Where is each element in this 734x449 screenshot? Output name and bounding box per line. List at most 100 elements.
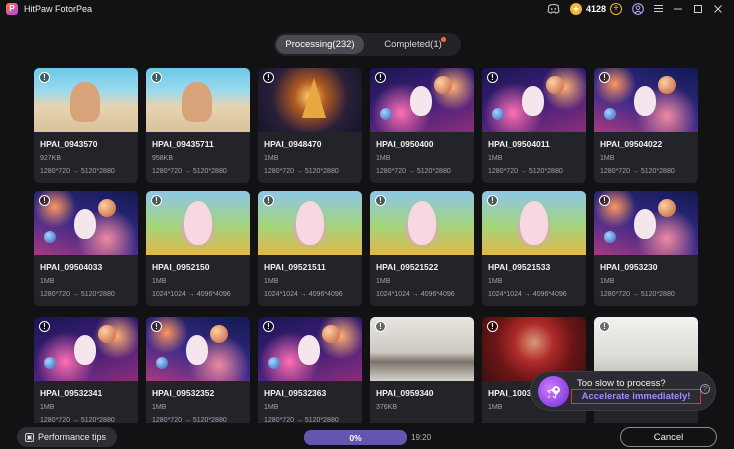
image-card[interactable]: ! HPAI_0953230 1MB 1280*720 → 5120*2880 xyxy=(594,191,698,306)
planet-shape xyxy=(268,357,280,369)
coin-icon xyxy=(569,2,582,15)
person-figure xyxy=(70,82,100,122)
card-resolution: 1280*720 → 5120*2880 xyxy=(376,168,451,175)
card-resolution: 1280*720 → 5120*2880 xyxy=(600,168,675,175)
card-filename: HPAI_09532363 xyxy=(264,388,327,398)
image-thumbnail: ! xyxy=(146,68,250,132)
image-thumbnail: ! xyxy=(370,317,474,381)
credits-count: 4128 xyxy=(585,3,606,14)
tab-completed[interactable]: Completed(1) xyxy=(368,35,458,54)
card-resolution: 1280*720 → 5120*2880 xyxy=(264,417,339,423)
character-figure xyxy=(184,201,212,245)
help-icon[interactable]: ? xyxy=(700,384,710,394)
image-thumbnail: ! xyxy=(482,68,586,132)
image-card[interactable]: ! HPAI_09521533 1MB 1024*1024 → 4096*4096 xyxy=(482,191,586,306)
image-thumbnail: ! xyxy=(258,317,362,381)
image-card[interactable]: ! HPAI_09532341 1MB 1280*720 → 5120*2880 xyxy=(34,317,138,423)
accelerate-button[interactable]: Accelerate immediately! xyxy=(571,389,701,404)
tab-completed-label: Completed(1) xyxy=(384,39,442,50)
add-credits-icon[interactable]: + xyxy=(610,2,622,15)
user-icon[interactable] xyxy=(628,0,648,17)
card-filename: HPAI_09532352 xyxy=(152,388,215,398)
warning-icon: ! xyxy=(487,72,498,83)
warning-icon: ! xyxy=(151,195,162,206)
planet-shape xyxy=(658,199,676,217)
planet-shape xyxy=(98,199,116,217)
card-filename: HPAI_09521522 xyxy=(376,262,439,272)
image-card[interactable]: ! HPAI_09521522 1MB 1024*1024 → 4096*4096 xyxy=(370,191,474,306)
rocket-icon xyxy=(538,376,569,407)
card-filename: HPAI_0959340 xyxy=(376,388,434,398)
image-thumbnail: ! xyxy=(146,317,250,381)
menu-icon[interactable] xyxy=(648,0,668,17)
card-resolution: 1280*720 → 5120*2880 xyxy=(152,417,227,423)
card-filename: HPAI_0950400 xyxy=(376,139,434,149)
card-resolution: 1280*720 → 5120*2880 xyxy=(40,417,115,423)
image-card[interactable]: ! HPAI_09521511 1MB 1024*1024 → 4096*4096 xyxy=(258,191,362,306)
card-resolution: 1280*720 → 5120*2880 xyxy=(152,168,227,175)
app-title: HitPaw FotorPea xyxy=(24,3,93,14)
card-resolution: 1280*720 → 5120*2880 xyxy=(600,291,675,298)
card-filesize: 1MB xyxy=(264,155,279,162)
warning-icon: ! xyxy=(599,72,610,83)
card-resolution: 1024*1024 → 4096*4096 xyxy=(264,291,343,298)
warning-icon: ! xyxy=(375,321,386,332)
card-resolution: 1024*1024 → 4096*4096 xyxy=(152,291,231,298)
discord-icon[interactable] xyxy=(544,0,564,17)
card-filename: HPAI_0952150 xyxy=(152,262,210,272)
image-card[interactable]: ! HPAI_09435711 958KB 1280*720 → 5120*2880 xyxy=(146,68,250,183)
image-card[interactable]: ! HPAI_0948470 1MB 1280*720 → 5120*2880 xyxy=(258,68,362,183)
credits-badge[interactable]: 4128 + xyxy=(569,2,622,15)
tab-processing[interactable]: Processing(232) xyxy=(276,35,364,54)
image-card[interactable]: ! HPAI_0952150 1MB 1024*1024 → 4096*4096 xyxy=(146,191,250,306)
planet-shape xyxy=(98,325,116,343)
character-figure xyxy=(74,335,96,365)
warning-icon: ! xyxy=(263,321,274,332)
close-icon[interactable] xyxy=(708,0,728,17)
image-thumbnail: ! xyxy=(594,191,698,255)
maximize-icon[interactable] xyxy=(688,0,708,17)
planet-shape xyxy=(604,231,616,243)
planet-shape xyxy=(210,325,228,343)
warning-icon: ! xyxy=(151,321,162,332)
image-card[interactable]: ! HPAI_09504022 1MB 1280*720 → 5120*2880 xyxy=(594,68,698,183)
warning-icon: ! xyxy=(599,195,610,206)
card-filesize: 1MB xyxy=(600,155,615,162)
warning-icon: ! xyxy=(263,195,274,206)
minimize-icon[interactable] xyxy=(668,0,688,17)
image-thumbnail: ! xyxy=(258,68,362,132)
image-card[interactable]: ! HPAI_0950400 1MB 1280*720 → 5120*2880 xyxy=(370,68,474,183)
character-figure xyxy=(634,86,656,116)
title-bar-controls: 4128 + xyxy=(544,0,728,17)
card-filesize: 1MB xyxy=(376,278,391,285)
planet-shape xyxy=(604,108,616,120)
image-card[interactable]: ! HPAI_09532363 1MB 1280*720 → 5120*2880 xyxy=(258,317,362,423)
image-thumbnail: ! xyxy=(370,68,474,132)
card-resolution: 1024*1024 → 4096*4096 xyxy=(376,291,455,298)
image-card[interactable]: ! HPAI_09532352 1MB 1280*720 → 5120*2880 xyxy=(146,317,250,423)
image-card[interactable]: ! HPAI_0943570 927KB 1280*720 → 5120*2880 xyxy=(34,68,138,183)
planet-shape xyxy=(658,76,676,94)
card-filename: HPAI_09532341 xyxy=(40,388,103,398)
progress-bar: 0% xyxy=(304,430,407,445)
image-thumbnail: ! xyxy=(34,68,138,132)
title-bar: P HitPaw FotorPea 4128 + xyxy=(0,0,734,17)
warning-icon: ! xyxy=(375,195,386,206)
character-figure xyxy=(186,335,208,365)
image-card[interactable]: ! HPAI_09504011 1MB 1280*720 → 5120*2880 xyxy=(482,68,586,183)
image-card[interactable]: ! HPAI_0959340 376KB xyxy=(370,317,474,423)
card-filesize: 1MB xyxy=(40,278,55,285)
performance-tips-button[interactable]: ▣ Performance tips xyxy=(17,427,117,447)
card-filename: HPAI_0943570 xyxy=(40,139,98,149)
tips-icon: ▣ xyxy=(25,432,34,442)
character-figure xyxy=(408,201,436,245)
card-filename: HPAI_09504033 xyxy=(40,262,103,272)
image-card[interactable]: ! HPAI_09504033 1MB 1280*720 → 5120*2880 xyxy=(34,191,138,306)
planet-shape xyxy=(44,231,56,243)
cancel-button[interactable]: Cancel xyxy=(620,427,717,447)
warning-icon: ! xyxy=(375,72,386,83)
card-filesize: 1MB xyxy=(600,278,615,285)
card-filesize: 1MB xyxy=(488,155,503,162)
card-filesize: 1MB xyxy=(376,155,391,162)
card-filename: HPAI_09504011 xyxy=(488,139,550,149)
